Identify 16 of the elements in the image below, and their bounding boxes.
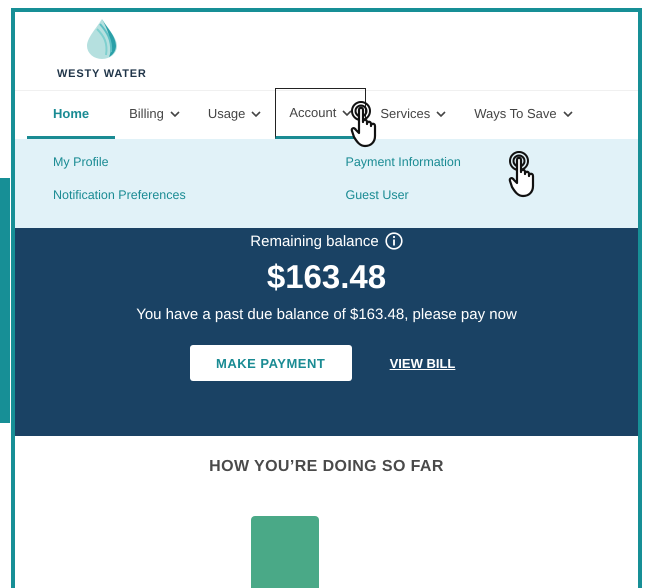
water-drop-logo-icon: [85, 18, 119, 60]
menu-link[interactable]: My Profile: [53, 155, 346, 169]
menu-link[interactable]: Guest User: [346, 188, 638, 202]
balance-label: Remaining balance: [250, 232, 379, 250]
menu-link[interactable]: Payment Information: [346, 155, 638, 169]
menu-link[interactable]: Notification Preferences: [53, 188, 346, 202]
nav-tab[interactable]: Usage: [194, 91, 276, 139]
info-icon[interactable]: [384, 232, 403, 250]
section-heading: HOW YOU’RE DOING SO FAR: [209, 458, 444, 476]
nav-tab[interactable]: Billing: [115, 91, 194, 139]
nav-tab[interactable]: Ways To Save: [460, 91, 587, 139]
make-payment-button[interactable]: MAKE PAYMENT: [190, 345, 352, 381]
brand-name: WESTY WATER: [57, 68, 147, 80]
balance-amount: $163.48: [266, 258, 386, 296]
past-due-message: You have a past due balance of $163.48, please pay now: [136, 306, 517, 323]
view-bill-link[interactable]: VIEW BILL: [390, 356, 456, 370]
